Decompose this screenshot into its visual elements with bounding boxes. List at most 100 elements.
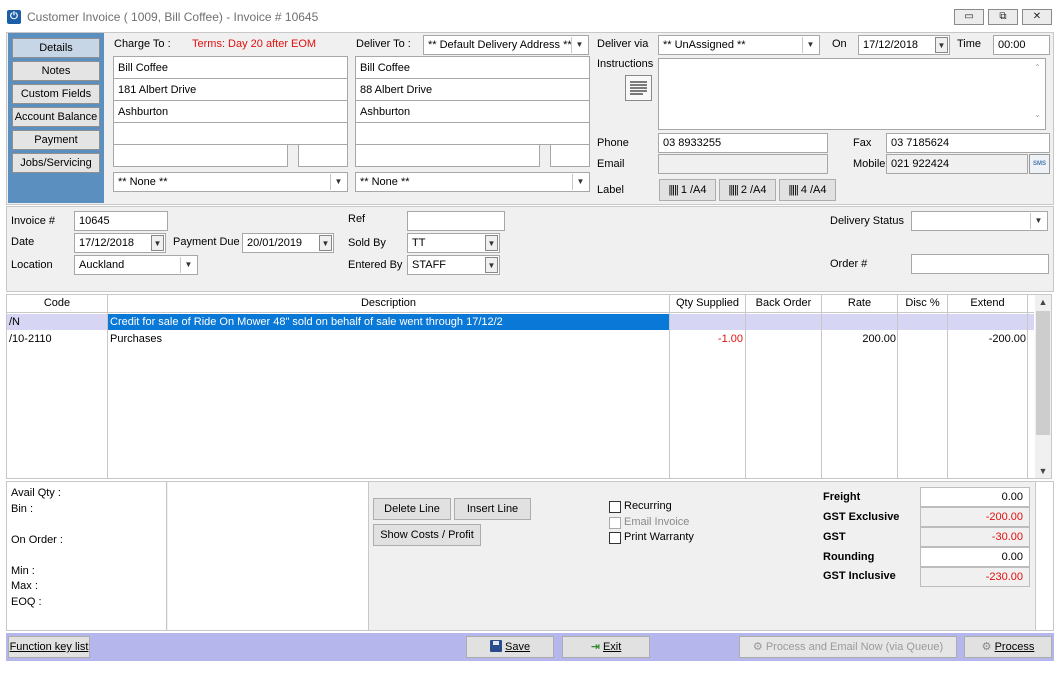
deliver-to-line-3[interactable]: Ashburton [355, 100, 590, 123]
chevron-down-icon[interactable]: ▼ [319, 235, 332, 251]
avail-qty-label: Avail Qty : [11, 487, 61, 499]
deliver-to-line-6[interactable] [550, 144, 590, 167]
fax-input[interactable]: 03 7185624 [886, 133, 1050, 153]
ref-input[interactable] [407, 211, 505, 231]
label-2-a4-button[interactable]: ||||| 2 /A4 [719, 179, 776, 201]
deliver-to-line-4[interactable] [355, 122, 590, 145]
location-select[interactable]: Auckland ▼ [74, 255, 198, 275]
grid-scrollbar[interactable]: ▲ ▼ [1035, 295, 1051, 478]
freight-input[interactable]: 0.00 [920, 487, 1030, 507]
label-4-a4-button[interactable]: ||||| 4 /A4 [779, 179, 836, 201]
chevron-down-icon[interactable]: ▼ [330, 174, 346, 190]
maximize-button[interactable]: ⧉ [988, 9, 1018, 25]
payment-due-picker[interactable]: 20/01/2019 ▼ [242, 233, 334, 253]
chevron-down-icon[interactable]: ▼ [151, 235, 164, 251]
insert-line-button[interactable]: Insert Line [454, 498, 531, 520]
delivery-status-select[interactable]: ▼ [911, 211, 1048, 231]
charge-to-line-6[interactable] [298, 144, 348, 167]
gst-label: GST [823, 531, 846, 543]
charge-to-line-4[interactable] [113, 122, 348, 145]
entered-by-select[interactable]: STAFF ▼ [407, 255, 500, 275]
chevron-down-icon[interactable]: ▼ [802, 37, 818, 53]
process-button[interactable]: ⚙ Process [964, 636, 1052, 658]
label-1-a4-button[interactable]: ||||| 1 /A4 [659, 179, 716, 201]
save-button[interactable]: Save [466, 636, 554, 658]
scroll-down-icon[interactable]: ⌄ [1030, 110, 1045, 119]
chevron-down-icon[interactable]: ▼ [935, 37, 948, 53]
charge-to-line-1[interactable]: Bill Coffee [113, 56, 348, 79]
col-qty-supplied[interactable]: Qty Supplied [670, 295, 746, 313]
minimize-button[interactable]: ▭ [954, 9, 984, 25]
charge-to-line-5[interactable] [113, 144, 288, 167]
charge-to-line-3[interactable]: Ashburton [113, 100, 348, 123]
process-email-button[interactable]: ⚙ Process and Email Now (via Queue) [739, 636, 957, 658]
nav-payment-button[interactable]: Payment [12, 130, 100, 150]
chevron-down-icon[interactable]: ▼ [571, 37, 587, 53]
col-code[interactable]: Code [7, 295, 108, 313]
label-1-a4-text: 1 /A4 [680, 184, 707, 196]
eoq-label: EOQ : [11, 596, 42, 608]
sold-by-select[interactable]: TT ▼ [407, 233, 500, 253]
deliver-via-select[interactable]: ** UnAssigned ** ▼ [658, 35, 820, 55]
order-no-input[interactable] [911, 254, 1049, 274]
instructions-textarea[interactable] [658, 58, 1046, 130]
email-invoice-checkbox[interactable] [609, 517, 621, 529]
scroll-up-icon[interactable]: ⌃ [1030, 63, 1045, 72]
window-title: Customer Invoice ( 1009, Bill Coffee) - … [27, 10, 319, 24]
email-input[interactable] [658, 154, 828, 174]
scroll-down-icon[interactable]: ▼ [1035, 466, 1051, 476]
col-extend[interactable]: Extend [948, 295, 1028, 313]
invoice-no-input[interactable]: 10645 [74, 211, 168, 231]
chevron-down-icon[interactable]: ▼ [485, 257, 498, 273]
nav-account-balance-button[interactable]: Account Balance [12, 107, 100, 127]
bin-label: Bin : [11, 503, 34, 515]
chevron-down-icon[interactable]: ▼ [485, 235, 498, 251]
col-description[interactable]: Description [108, 295, 670, 313]
deliver-to-line-1[interactable]: Bill Coffee [355, 56, 590, 79]
col-rate[interactable]: Rate [822, 295, 898, 313]
scroll-thumb[interactable] [1036, 311, 1050, 435]
show-costs-button[interactable]: Show Costs / Profit [373, 524, 481, 546]
notepad-icon[interactable] [625, 75, 652, 101]
deliver-to-select[interactable]: ** None ** ▼ [355, 172, 590, 192]
print-warranty-checkbox[interactable] [609, 532, 621, 544]
scroll-up-icon[interactable]: ▲ [1035, 297, 1051, 307]
rounding-input[interactable]: 0.00 [920, 547, 1030, 567]
col-disc[interactable]: Disc % [898, 295, 948, 313]
nav-custom-fields-button[interactable]: Custom Fields [12, 84, 100, 104]
instructions-scrollbar[interactable]: ⌃ ⌄ [1030, 59, 1045, 129]
row-code: /N [9, 316, 20, 328]
power-icon[interactable]: ⏻ [7, 10, 21, 24]
charge-to-line-2[interactable]: 181 Albert Drive [113, 78, 348, 101]
nav-jobs-servicing-button[interactable]: Jobs/Servicing [12, 153, 100, 173]
date-picker[interactable]: 17/12/2018 ▼ [74, 233, 166, 253]
recurring-checkbox[interactable] [609, 501, 621, 513]
chevron-down-icon[interactable]: ▼ [180, 257, 196, 273]
function-key-list-button[interactable]: Function key list [8, 636, 90, 658]
delivery-address-select[interactable]: ** Default Delivery Address ** ▼ [423, 35, 589, 55]
charge-to-select[interactable]: ** None ** ▼ [113, 172, 348, 192]
col-back-order[interactable]: Back Order [746, 295, 822, 313]
row-description[interactable]: Credit for sale of Ride On Mower 48" sol… [108, 314, 669, 330]
mobile-input[interactable]: 021 922424 [886, 154, 1028, 174]
delete-line-button[interactable]: Delete Line [373, 498, 451, 520]
nav-details-button[interactable]: Details [12, 38, 100, 58]
time-input[interactable]: 00:00 [993, 35, 1050, 55]
phone-input[interactable]: 03 8933255 [658, 133, 828, 153]
nav-notes-button[interactable]: Notes [12, 61, 100, 81]
deliver-via-label: Deliver via [597, 38, 649, 50]
row-description[interactable]: Purchases [110, 331, 162, 347]
chevron-down-icon[interactable]: ▼ [1030, 213, 1046, 229]
col-divider [107, 313, 108, 478]
on-date-picker[interactable]: 17/12/2018 ▼ [858, 35, 950, 55]
deliver-to-line-5[interactable] [355, 144, 540, 167]
terms-text: Terms: Day 20 after EOM [192, 38, 317, 50]
exit-button[interactable]: ⇥ Exit [562, 636, 650, 658]
gst-exclusive-label: GST Exclusive [823, 511, 900, 523]
col-divider [1027, 313, 1028, 478]
sms-icon[interactable]: SMS [1029, 154, 1050, 174]
chevron-down-icon[interactable]: ▼ [572, 174, 588, 190]
gst-value: -30.00 [920, 527, 1030, 547]
deliver-to-line-2[interactable]: 88 Albert Drive [355, 78, 590, 101]
close-button[interactable]: ✕ [1022, 9, 1052, 25]
